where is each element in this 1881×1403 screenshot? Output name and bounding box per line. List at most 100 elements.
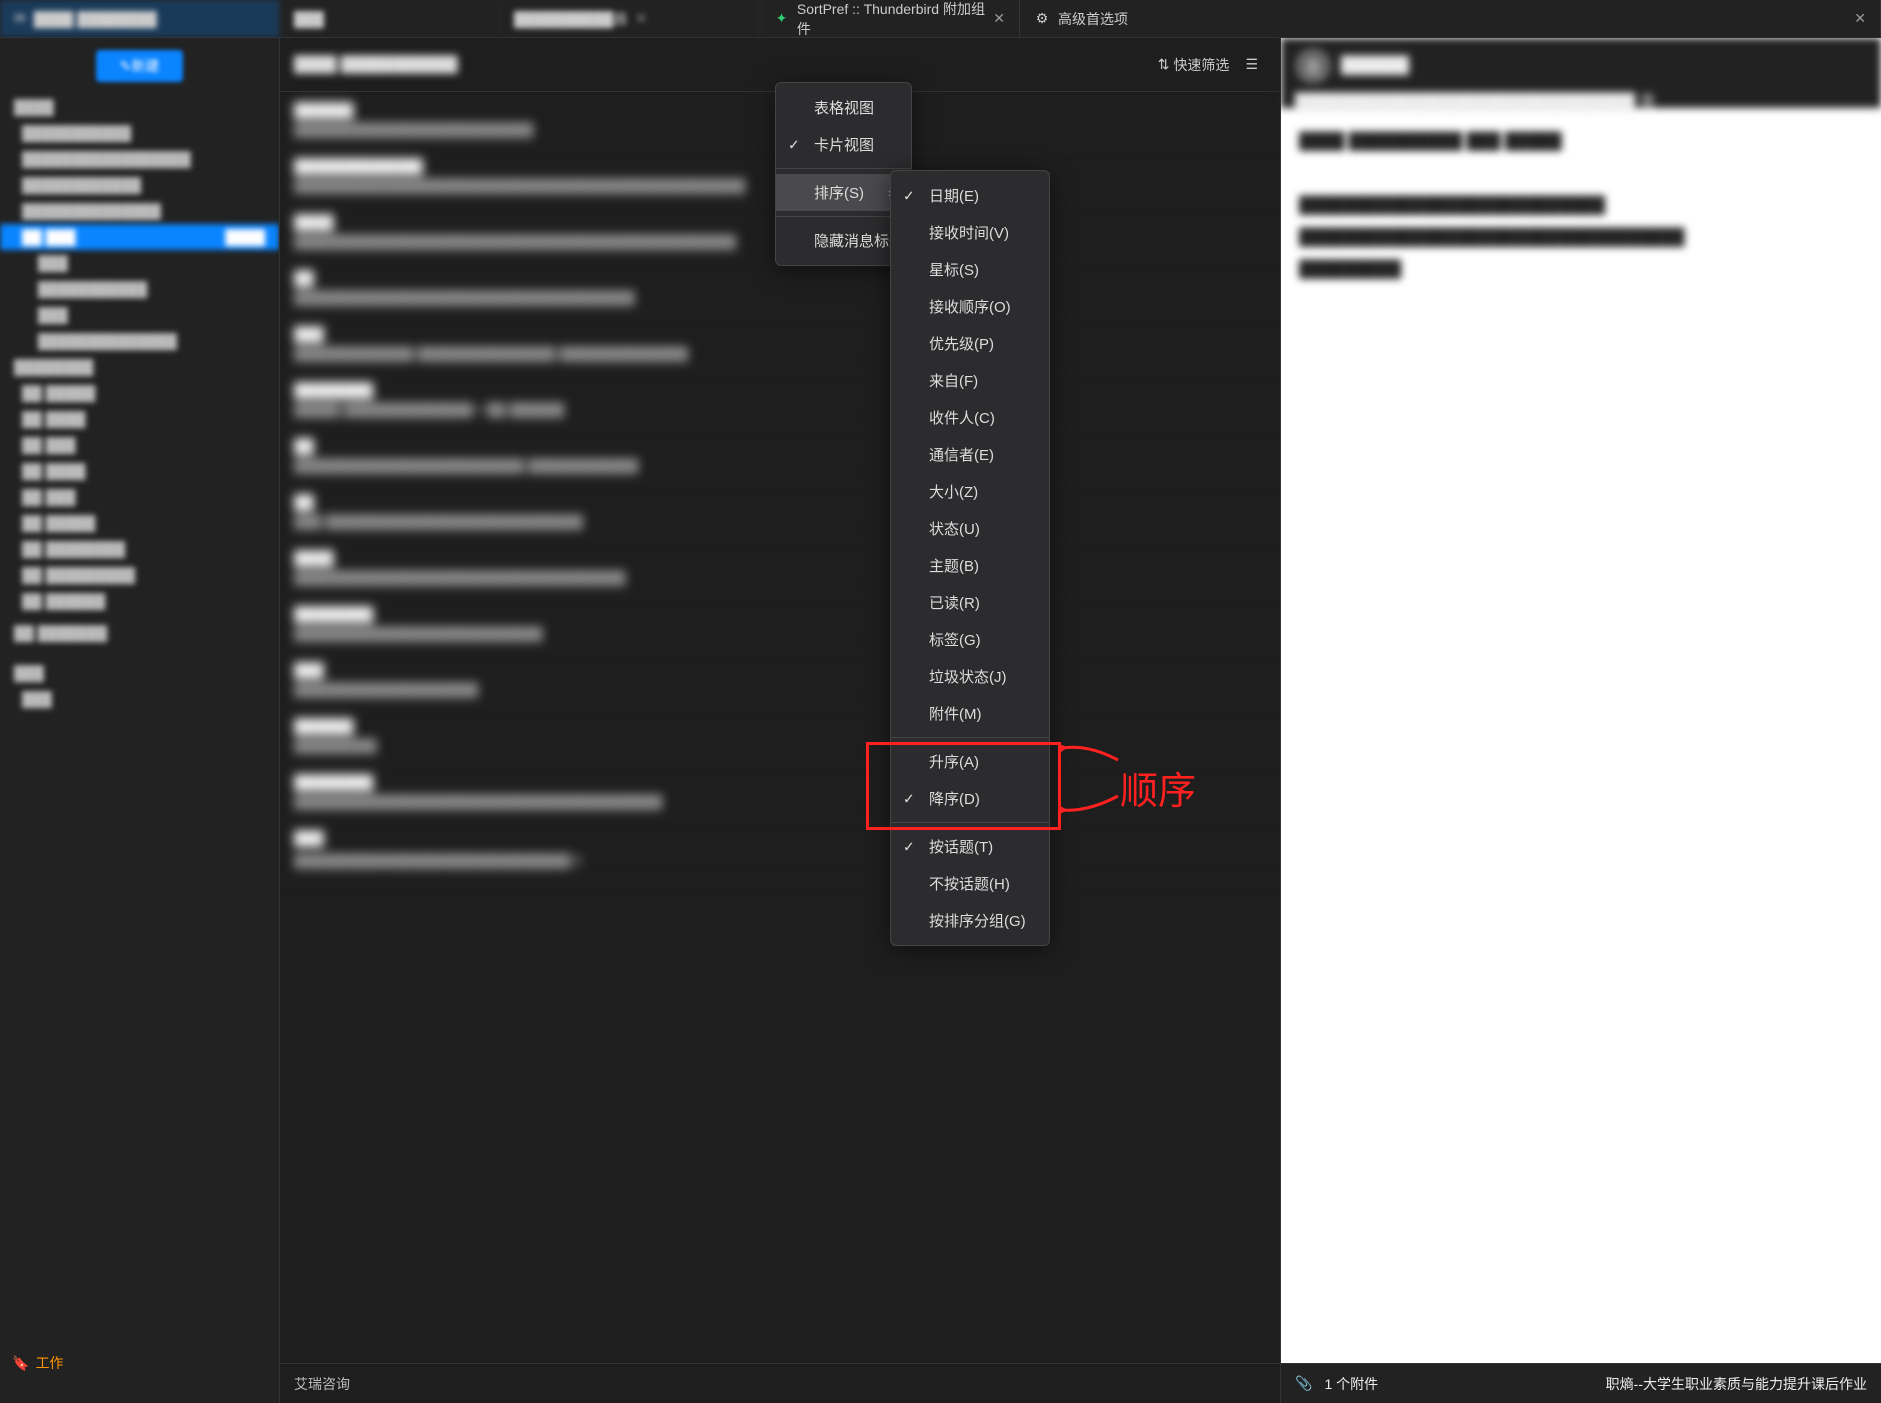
sidebar-folder[interactable]: ██ █████████ xyxy=(0,562,279,588)
search-text[interactable]: 艾瑞咨询 xyxy=(294,1374,350,1394)
quick-filter-button[interactable]: ⇅ 快速筛选 xyxy=(1150,51,1238,79)
sidebar-folder[interactable]: ██ ████████ xyxy=(0,536,279,562)
sidebar-folder-selected[interactable]: ██ ███ ████ xyxy=(0,224,279,250)
message-row[interactable]: ███████████████████████ xyxy=(280,652,1280,708)
menu-sort-size[interactable]: 大小(Z) xyxy=(891,473,1049,510)
msglist-footer: 艾瑞咨询 xyxy=(280,1363,1280,1403)
avatar: 百 xyxy=(1295,48,1331,84)
menu-sort-star[interactable]: 星标(S) xyxy=(891,251,1049,288)
menu-label: 优先级(P) xyxy=(929,333,994,354)
message-list[interactable]: ████████████████████████████████████████… xyxy=(280,92,1280,1363)
message-row[interactable]: ███████████████████████████████████████ xyxy=(280,260,1280,316)
menu-sort-status[interactable]: 状态(U) xyxy=(891,510,1049,547)
sidebar-folder[interactable]: ██ ████ xyxy=(0,406,279,432)
msg-subject: ███ ████████████████████████████ xyxy=(294,514,1266,529)
message-row[interactable]: ███████████████████████████ ████████████ xyxy=(280,428,1280,484)
msg-subject: █████ ██████████████47██ ██████ xyxy=(294,402,1266,417)
close-icon[interactable]: ✕ xyxy=(993,10,1005,27)
tab-main[interactable]: ✉ ████ ████████ xyxy=(0,0,280,37)
close-icon[interactable]: ✕ xyxy=(1854,10,1866,27)
sidebar-folder[interactable]: ██ ████ xyxy=(0,458,279,484)
sidebar-account[interactable]: ███████████ xyxy=(0,120,279,146)
sidebar-folder[interactable]: ██ ███ xyxy=(0,484,279,510)
menu-card-view[interactable]: ✓ 卡片视图 xyxy=(776,126,911,163)
msg-sender: ████ xyxy=(294,550,1266,566)
menu-group-by-sort[interactable]: 按排序分组(G) xyxy=(891,902,1049,939)
tab-2[interactable]: ██████████器 ✕ xyxy=(500,0,760,37)
gear-icon: ⚙ xyxy=(1034,11,1050,27)
menu-label: 升序(A) xyxy=(929,751,979,772)
message-row[interactable]: ████████████████████████████████████████… xyxy=(280,764,1280,820)
sidebar-folder[interactable]: ██ ███ xyxy=(0,432,279,458)
menu-unthreaded[interactable]: 不按话题(H) xyxy=(891,865,1049,902)
sidebar-tag[interactable]: ███ xyxy=(0,686,279,712)
menu-label: 状态(U) xyxy=(929,518,980,539)
menu-sort-recipient[interactable]: 收件人(C) xyxy=(891,399,1049,436)
sidebar-account[interactable]: ██████████████ xyxy=(0,198,279,224)
message-row[interactable]: ████████████████████████████████████████ xyxy=(280,540,1280,596)
folder-name: ██ ███ xyxy=(22,229,75,245)
sidebar-header: ██ ███████ xyxy=(0,620,279,646)
mail-icon: ✉ xyxy=(14,10,26,27)
message-row[interactable]: ████████████████ ███████████████ ███████… xyxy=(280,316,1280,372)
message-row[interactable]: ███████████████ xyxy=(280,708,1280,764)
menu-sort-correspondent[interactable]: 通信者(E) xyxy=(891,436,1049,473)
menu-label: 星标(S) xyxy=(929,259,979,280)
sidebar-subfolder[interactable]: ██████████████ xyxy=(0,328,279,354)
compose-button[interactable]: ✎ 新建 xyxy=(96,50,184,82)
menu-separator xyxy=(891,822,1049,823)
folder-count: ████ xyxy=(225,229,265,245)
menu-sort-attach[interactable]: 附件(M) xyxy=(891,695,1049,732)
attachment-count[interactable]: 1 个附件 xyxy=(1324,1374,1378,1394)
menu-sort-priority[interactable]: 优先级(P) xyxy=(891,325,1049,362)
tab-1[interactable]: ███ xyxy=(280,0,500,37)
menu-label: 降序(D) xyxy=(929,788,980,809)
msg-subject: ███████████████████████████ xyxy=(294,626,1266,641)
menu-label: 已读(R) xyxy=(929,592,980,613)
msg-sender: ████████ xyxy=(294,606,1266,622)
menu-sort-read[interactable]: 已读(R) xyxy=(891,584,1049,621)
list-settings-button[interactable]: ☰ xyxy=(1237,52,1266,77)
tab-advanced-prefs[interactable]: ⚙ 高级首选项 ✕ xyxy=(1020,0,1881,37)
message-row[interactable]: ███████████████████████████████████ xyxy=(280,596,1280,652)
sidebar-folder[interactable]: ██ █████ xyxy=(0,510,279,536)
sidebar-subfolder[interactable]: ███ xyxy=(0,302,279,328)
msg-sender: ██ xyxy=(294,494,1266,510)
sidebar-account[interactable]: ████████████ xyxy=(0,172,279,198)
menu-sort-order[interactable]: 接收顺序(O) xyxy=(891,288,1049,325)
message-row[interactable]: ██ ███ ████████████████████████████ xyxy=(280,484,1280,540)
menu-label: 接收时间(V) xyxy=(929,222,1009,243)
sidebar-subfolder[interactable]: ███ xyxy=(0,250,279,276)
menu-sort-received[interactable]: 接收时间(V) xyxy=(891,214,1049,251)
sender-name: ██████ xyxy=(1341,57,1409,75)
filter-label: 快速筛选 xyxy=(1173,55,1229,75)
sidebar-folder[interactable]: ██ █████ xyxy=(0,380,279,406)
preview-footer: 1 个附件 职熵--大学生职业素质与能力提升课后作业 xyxy=(1281,1363,1881,1403)
message-row[interactable]: █████████████████████████████████宝 xyxy=(280,820,1280,880)
menu-threaded[interactable]: ✓ 按话题(T) xyxy=(891,828,1049,865)
menu-sort-descending[interactable]: ✓ 降序(D) xyxy=(891,780,1049,817)
sidebar-header: ████ xyxy=(0,94,279,120)
menu-label: 日期(E) xyxy=(929,185,979,206)
message-body: ████ ██████████ ███ █████ ██████████████… xyxy=(1299,126,1863,286)
menu-sort-date[interactable]: ✓ 日期(E) xyxy=(891,177,1049,214)
pencil-icon: ✎ xyxy=(120,58,132,75)
msg-subject: ████████████████████████████████████ xyxy=(294,570,1266,585)
close-icon[interactable]: ✕ xyxy=(635,10,647,27)
menu-sort-ascending[interactable]: 升序(A) xyxy=(891,743,1049,780)
tag-work[interactable]: 🔖 工作 xyxy=(12,1353,63,1373)
menu-sort-from[interactable]: 来自(F) xyxy=(891,362,1049,399)
menu-table-view[interactable]: 表格视图 xyxy=(776,89,911,126)
attachment-filename[interactable]: 职熵--大学生职业素质与能力提升课后作业 xyxy=(1606,1374,1867,1394)
tab-bar: ✉ ████ ████████ ███ ██████████器 ✕ ✦ Sort… xyxy=(0,0,1881,38)
menu-sort-junk[interactable]: 垃圾状态(J) xyxy=(891,658,1049,695)
msg-sender: ██████ xyxy=(294,718,1266,734)
sidebar-subfolder[interactable]: ███████████ xyxy=(0,276,279,302)
tab-sortpref[interactable]: ✦ SortPref :: Thunderbird 附加组件 ✕ xyxy=(760,0,1020,37)
message-row[interactable]: █████████████ ██████████████47██ ██████ xyxy=(280,372,1280,428)
sidebar-folder[interactable]: ██ ██████ xyxy=(0,588,279,614)
menu-sort-subject[interactable]: 主题(B) xyxy=(891,547,1049,584)
compose-label: 新建 xyxy=(131,56,159,76)
menu-sort-tags[interactable]: 标签(G) xyxy=(891,621,1049,658)
sidebar-account[interactable]: █████████████████ xyxy=(0,146,279,172)
